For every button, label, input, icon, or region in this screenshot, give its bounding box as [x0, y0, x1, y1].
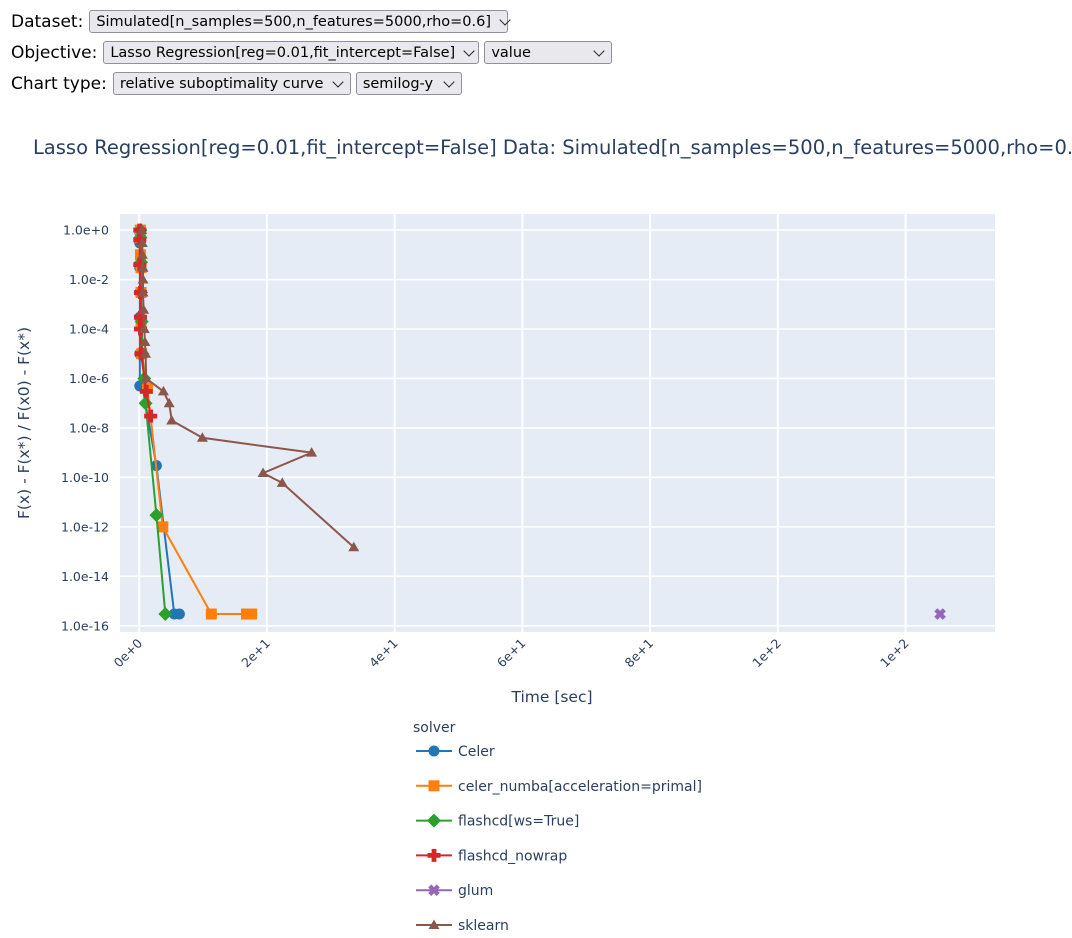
legend-item[interactable]: sklearn — [416, 918, 509, 934]
legend-label: celer_numba[acceleration=primal] — [458, 779, 702, 795]
y-tick-label: 1.0e-6 — [69, 371, 109, 386]
x-tick-label: 1e+2 — [877, 636, 912, 671]
legend-label: flashcd_nowrap — [458, 848, 567, 864]
legend-item[interactable]: flashcd[ws=True] — [416, 813, 579, 830]
legend-marker — [428, 745, 440, 757]
y-tick-label: 1.0e-4 — [69, 322, 109, 337]
legend-label: flashcd[ws=True] — [458, 814, 579, 830]
x-axis: 0e+0 2e+1 4e+1 6e+1 8e+1 1e+2 1e+2 — [111, 635, 912, 670]
x-tick-label: 6e+1 — [494, 636, 529, 671]
x-tick-label: 8e+1 — [622, 636, 657, 671]
legend: Celer celer_numba[acceleration=primal]fla… — [416, 744, 702, 934]
y-tick-label: 1.0e-14 — [61, 569, 109, 584]
legend-marker — [427, 813, 441, 828]
x-tick-label: 0e+0 — [111, 635, 146, 670]
y-axis-label: F(x) - F(x*) / F(x0) - F(x*) — [15, 327, 33, 519]
x-tick-label: 1e+2 — [749, 636, 784, 671]
y-tick-label: 1.0e-10 — [61, 470, 109, 485]
legend-label: glum — [458, 883, 493, 899]
plot-area — [120, 214, 995, 632]
legend-item[interactable]: Celer — [416, 744, 495, 760]
y-tick-label: 1.0e-8 — [69, 420, 109, 435]
data-point — [205, 608, 217, 620]
legend-marker — [427, 848, 441, 862]
data-point — [157, 521, 169, 533]
y-tick-label: 1.0e-16 — [61, 618, 109, 633]
legend-label: Celer — [458, 744, 495, 760]
y-tick-label: 1.0e-12 — [61, 519, 109, 534]
y-tick-label: 1.0e+0 — [63, 223, 109, 238]
data-point — [246, 608, 258, 620]
legend-item[interactable]: glum — [416, 882, 493, 899]
data-point — [173, 608, 185, 620]
y-tick-label: 1.0e-2 — [69, 272, 109, 287]
x-tick-label: 4e+1 — [366, 636, 401, 671]
chart-title: Lasso Regression[reg=0.01,fit_intercept=… — [33, 136, 1072, 159]
x-tick-label: 2e+1 — [238, 636, 273, 671]
legend-item[interactable]: flashcd_nowrap — [416, 848, 567, 864]
legend-marker — [428, 780, 440, 792]
x-axis-label: Time [sec] — [510, 688, 592, 706]
legend-item[interactable]: celer_numba[acceleration=primal] — [416, 779, 702, 795]
y-axis: 1.0e+0 1.0e-2 1.0e-4 1.0e-6 1.0e-8 1.0e-10 1.0… — [61, 223, 109, 634]
chart: Lasso Regression[reg=0.01,fit_intercept=… — [15, 136, 1072, 934]
legend-title: solver — [413, 720, 456, 736]
legend-label: sklearn — [458, 918, 509, 934]
